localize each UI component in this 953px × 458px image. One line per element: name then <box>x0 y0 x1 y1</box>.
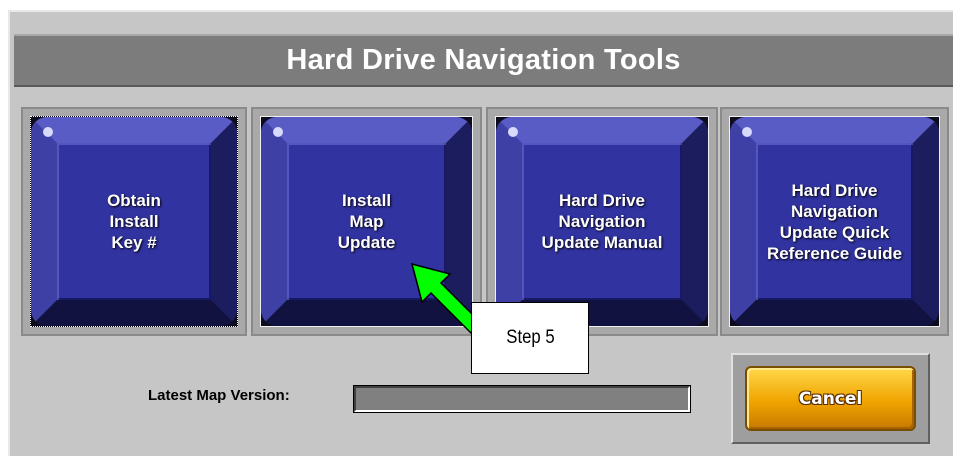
obtain-install-key-label: Obtain Install Key # <box>107 191 161 252</box>
latest-map-version-field <box>353 385 691 413</box>
cancel-button[interactable]: Cancel <box>745 366 916 431</box>
step-callout: Step 5 <box>471 302 589 374</box>
step-callout-text: Step 5 <box>505 327 555 348</box>
quick-reference-guide-label: Hard Drive Navigation Update Quick Refer… <box>766 180 903 263</box>
quick-reference-guide-button[interactable]: Hard Drive Navigation Update Quick Refer… <box>720 107 949 336</box>
cancel-button-frame: Cancel <box>731 353 930 444</box>
update-manual-label: Hard Drive Navigation Update Manual <box>541 191 663 252</box>
obtain-install-key-button[interactable]: Obtain Install Key # <box>21 107 247 336</box>
cancel-label: Cancel <box>798 388 863 409</box>
window-title: Hard Drive Navigation Tools <box>286 44 681 76</box>
latest-map-version-label: Latest Map Version: <box>148 387 290 404</box>
title-bar: Hard Drive Navigation Tools <box>14 34 953 87</box>
install-map-update-label: Install Map Update <box>337 191 396 252</box>
